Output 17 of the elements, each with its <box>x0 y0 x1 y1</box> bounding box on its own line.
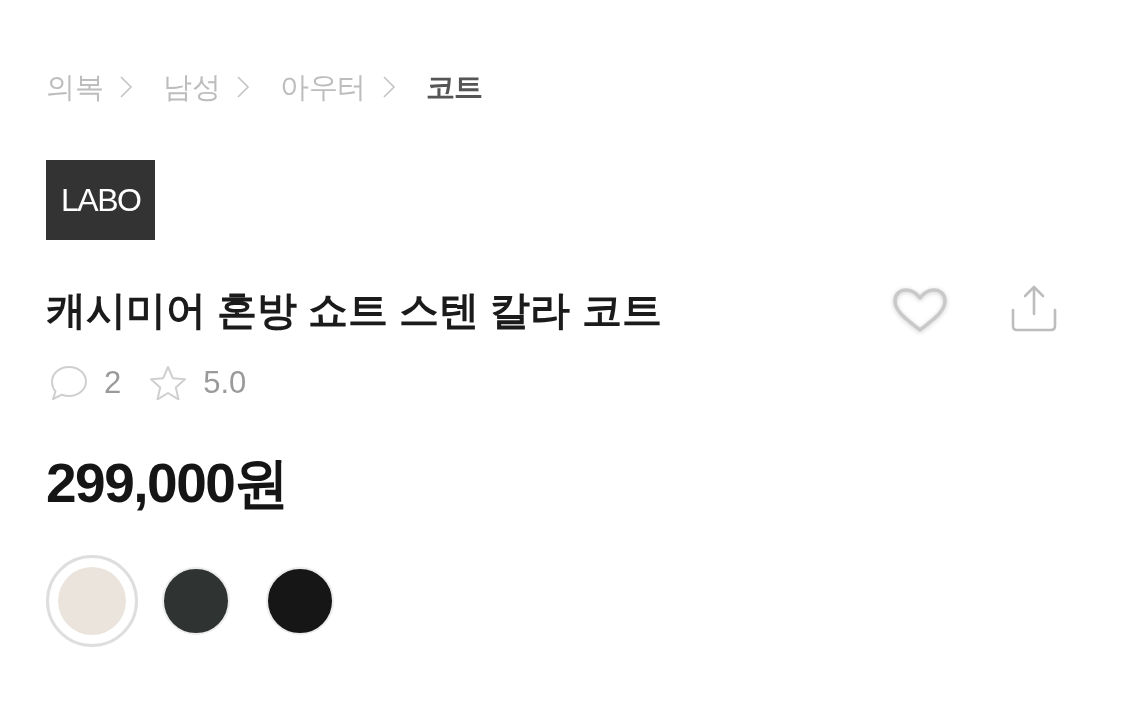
brand-logo[interactable]: LABO <box>46 160 156 240</box>
color-option-button[interactable] <box>46 555 138 647</box>
breadcrumb-link[interactable]: 의복 <box>46 66 103 108</box>
product-price: 299,000원 <box>46 452 288 514</box>
product-title: 캐시미어 혼방 쇼트 스텐 칼라 코트 <box>46 287 662 334</box>
chevron-icon <box>381 75 396 99</box>
chevron-icon <box>119 75 133 99</box>
share-icon[interactable] <box>1011 284 1057 332</box>
heart-icon[interactable] <box>891 286 949 334</box>
rating-value: 5.0 <box>203 364 247 402</box>
review-count: 2 <box>104 364 122 402</box>
comment-icon <box>50 365 88 401</box>
breadcrumb-link[interactable]: 코트 <box>425 66 483 108</box>
chevron-icon <box>236 75 250 99</box>
star-icon <box>149 365 188 401</box>
breadcrumb-link[interactable]: 아우터 <box>280 66 366 108</box>
breadcrumb-link[interactable]: 남성 <box>163 66 220 108</box>
